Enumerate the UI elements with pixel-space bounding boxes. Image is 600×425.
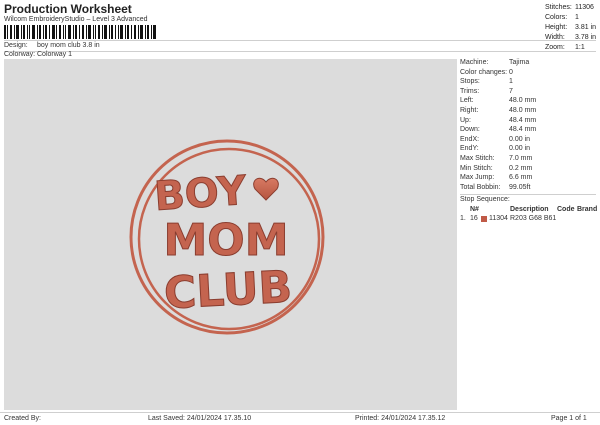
row-index: 1.	[460, 214, 466, 222]
detail-color-changes: Color changes: 0	[460, 68, 513, 76]
last-saved: Last Saved: 24/01/2024 17.35.10	[148, 415, 252, 422]
stop-sequence-title: Stop Sequence:	[460, 196, 510, 204]
colorway-value: Colorway 1	[37, 51, 73, 58]
page-number: Page 1 of 1	[551, 415, 587, 422]
col-brand: Brand	[577, 205, 598, 213]
sequence-table-header: N# Description Code Brand	[460, 205, 598, 215]
color-swatch	[481, 215, 487, 222]
detail-min-stitch: Min Stitch: 0.2 mm	[460, 164, 533, 172]
table-row: 1. 16 11304 R203 G68 B61	[460, 215, 596, 224]
detail-stops: Stops: 1	[460, 78, 513, 86]
design-value: boy mom club 3.8 in	[37, 42, 100, 49]
divider	[4, 40, 596, 41]
col-description: Description	[510, 205, 549, 213]
colorway-label: Colorway:	[4, 51, 36, 58]
design-word-boy: BOY	[153, 168, 249, 220]
stat-colors: Colors: 1	[545, 14, 579, 21]
design-label: Design:	[4, 42, 28, 49]
stat-zoom: Zoom: 1:1	[545, 44, 585, 51]
heart-icon	[253, 177, 279, 201]
detail-right: Right: 48.0 mm	[460, 106, 537, 114]
barcode	[4, 25, 156, 39]
row-needle: 16	[470, 214, 478, 222]
software-name: Wilcom EmbroideryStudio – Level 3 Advanc…	[4, 16, 148, 23]
row-description: R203 G68 B61	[510, 214, 557, 222]
design-word-mom: MOM	[164, 215, 289, 266]
detail-max-jump: Max Jump: 6.6 mm	[460, 174, 533, 182]
divider	[460, 194, 596, 196]
created-by: Created By:	[4, 415, 41, 422]
stat-stitches: Stitches: 11306	[545, 4, 594, 11]
detail-left: Left: 48.0 mm	[460, 97, 537, 105]
detail-machine: Machine: Tajima	[460, 59, 530, 66]
row-stitches: 11304	[489, 214, 508, 222]
detail-endx: EndX: 0.00 in	[460, 135, 531, 143]
detail-endy: EndY: 0.00 in	[460, 145, 531, 153]
summary-stats: Stitches: 11306 Colors: 1 Height: 3.81 in W…	[545, 4, 597, 54]
design-preview: BOY MOM CLUB	[4, 59, 457, 410]
details-panel: Machine: Tajima Color changes: 0 Stops: 1 T…	[460, 59, 598, 224]
stat-height: Height: 3.81 in	[545, 24, 597, 31]
detail-up: Up: 48.4 mm	[460, 116, 537, 124]
printed: Printed: 24/01/2024 17.35.12	[355, 415, 446, 422]
design-word-club: CLUB	[163, 262, 294, 320]
embroidery-design: BOY MOM CLUB	[129, 139, 325, 335]
detail-down: Down: 48.4 mm	[460, 126, 537, 134]
design-lettering: BOY MOM CLUB	[152, 167, 294, 320]
design-row: Design: boy mom club 3.8 in	[4, 42, 204, 51]
col-n: N#	[470, 205, 479, 213]
footer: Created By: Last Saved: 24/01/2024 17.35…	[0, 412, 600, 425]
stat-width: Width: 3.78 in	[545, 34, 597, 41]
page-title: Production Worksheet	[4, 2, 132, 16]
detail-max-stitch: Max Stitch: 7.0 mm	[460, 154, 533, 162]
detail-trims: Trims: 7	[460, 87, 513, 95]
col-code: Code	[557, 205, 575, 213]
detail-total-bobbin: Total Bobbin: 99.05ft	[460, 183, 531, 191]
